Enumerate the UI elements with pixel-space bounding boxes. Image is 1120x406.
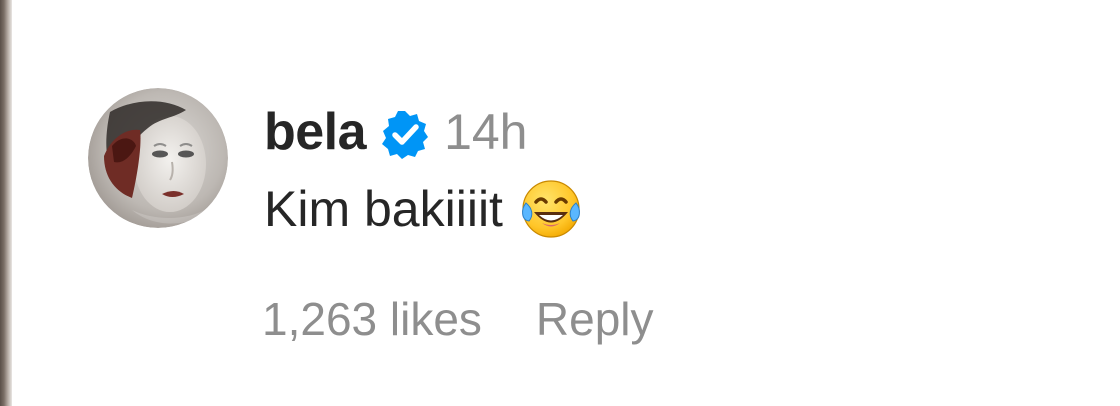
left-edge-strip — [0, 0, 12, 406]
comment-body: Kim bakiiiit — [264, 174, 585, 244]
timestamp[interactable]: 14h — [444, 107, 527, 157]
avatar[interactable] — [88, 88, 228, 228]
username[interactable]: bela — [264, 106, 367, 158]
comment-page: bela 14h Kim bakiiiit 1,263 likes Reply — [0, 0, 1120, 406]
tears-of-joy-emoji-icon — [517, 175, 585, 243]
comment-header: bela 14h — [264, 102, 528, 162]
reply-button[interactable]: Reply — [536, 296, 654, 342]
comment-actions: 1,263 likes Reply — [262, 292, 654, 346]
likes-count[interactable]: 1,263 likes — [262, 296, 482, 342]
verified-badge-icon — [380, 109, 430, 159]
comment-text: Kim bakiiiit — [264, 181, 503, 237]
